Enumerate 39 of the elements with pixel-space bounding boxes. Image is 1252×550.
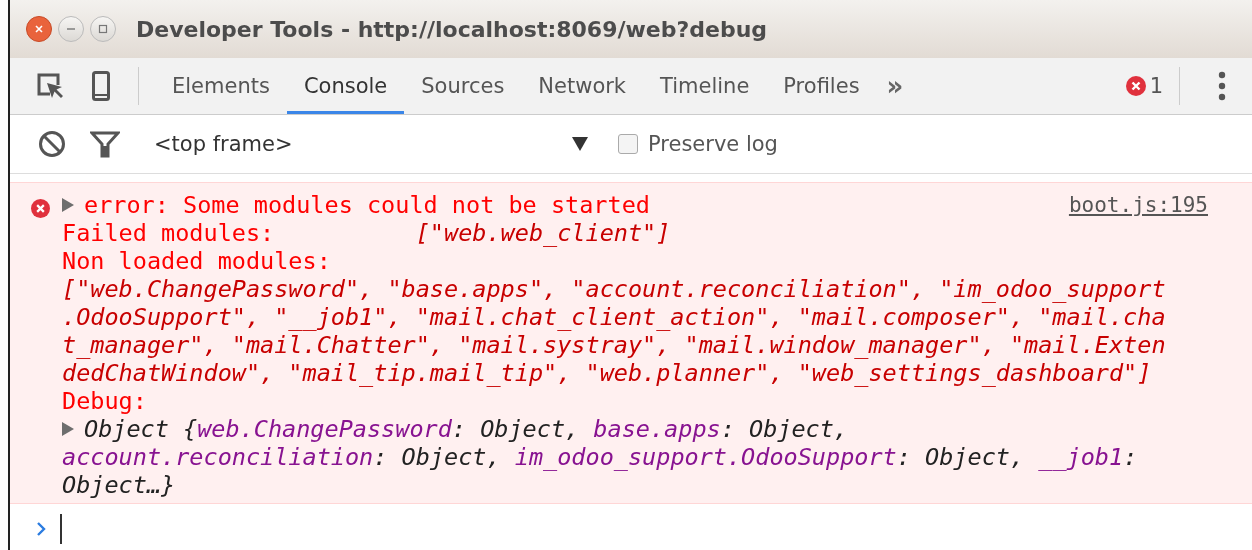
window-title: Developer Tools - http://localhost:8069/web?debug (136, 16, 768, 42)
error-summary: error: Some modules could not be started (84, 191, 650, 219)
device-icon[interactable] (92, 71, 110, 101)
source-link[interactable]: boot.js:195 (1068, 191, 1208, 219)
object-preview-line: Object {web.ChangePassword: Object, base.apps: Object, (84, 415, 849, 443)
minimize-icon[interactable] (58, 16, 84, 42)
module-list-line: t_manager", "mail.Chatter", "mail.systray", "mail.window_manager", "mail.Exten (62, 331, 1166, 359)
non-loaded-label: Non loaded modules: (62, 247, 331, 275)
filter-icon[interactable] (90, 130, 120, 158)
error-count[interactable]: 1 (1149, 74, 1163, 98)
module-list-line: ["web.ChangePassword", "base.apps", "account.reconciliation", "im_odoo_support (62, 275, 1166, 303)
menu-icon[interactable] (1218, 71, 1226, 101)
maximize-icon[interactable] (90, 16, 116, 42)
object-preview-line: account.reconciliation: Object, im_odoo_support.OdooSupport: Object, __job1: (62, 443, 1138, 471)
prompt-chevron-icon (36, 522, 46, 536)
error-icon (1125, 76, 1146, 96)
close-icon[interactable] (26, 16, 52, 42)
preserve-log-label: Preserve log (648, 132, 778, 156)
failed-modules-label: Failed modules: (62, 219, 276, 247)
panel-tab[interactable]: Console (286, 58, 405, 114)
expand-triangle-icon[interactable] (62, 198, 74, 212)
preserve-log-checkbox[interactable] (618, 134, 638, 154)
failed-modules-value: ["web.web_client"] (415, 219, 671, 247)
panel-tab[interactable]: Elements (155, 58, 287, 114)
panel-tab[interactable]: Network (521, 58, 644, 114)
more-tabs-button[interactable]: » (876, 71, 914, 101)
dropdown-arrow-icon (572, 137, 588, 151)
context-dropdown[interactable]: <top frame> (154, 132, 588, 156)
clear-console-icon[interactable] (38, 130, 66, 158)
inspect-icon[interactable] (36, 72, 64, 100)
expand-triangle-icon[interactable] (62, 422, 74, 436)
object-preview-line: Object…} (62, 471, 176, 499)
panel-tab[interactable]: Timeline (643, 58, 767, 114)
panel-tab[interactable]: Profiles (766, 58, 877, 114)
panel-tab[interactable]: Sources (404, 58, 522, 114)
debug-label: Debug: (62, 387, 147, 415)
module-list-line: dedChatWindow", "mail_tip.mail_tip", "web.planner", "web_settings_dashboard"] (62, 359, 1152, 387)
error-icon (30, 199, 50, 218)
module-list-line: .OdooSupport", "__job1", "mail.chat_client_action", "mail.composer", "mail.cha (62, 303, 1166, 331)
